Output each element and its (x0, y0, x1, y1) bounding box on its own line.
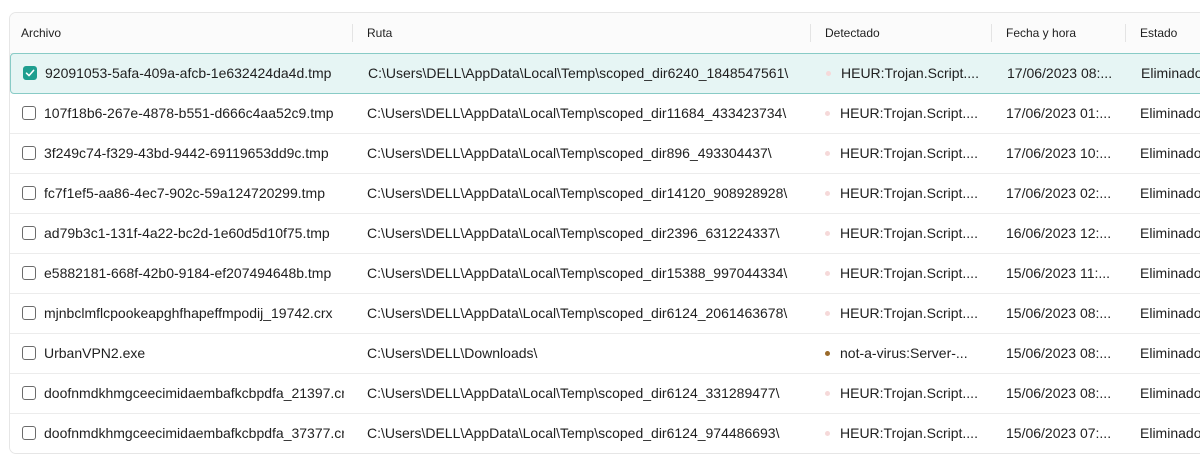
row-checkbox[interactable] (22, 266, 36, 280)
file-path: C:\Users\DELL\AppData\Local\Temp\scoped_… (367, 145, 772, 161)
table-row[interactable]: doofnmdkhmgceecimidaembafkcbpdfa_21397.c… (10, 374, 1200, 414)
column-header-estado[interactable]: Estado (1140, 13, 1177, 53)
table-row[interactable]: 107f18b6-267e-4878-b551-d666c4aa52c9.tmp… (10, 94, 1200, 134)
detection-datetime: 15/06/2023 11:... (1006, 265, 1111, 281)
file-path: C:\Users\DELL\AppData\Local\Temp\scoped_… (367, 305, 788, 321)
file-path: C:\Users\DELL\AppData\Local\Temp\scoped_… (367, 225, 780, 241)
threat-level-dot-icon (825, 151, 830, 156)
file-name: fc7f1ef5-aa86-4ec7-902c-59a124720299.tmp (44, 185, 325, 201)
threat-level-dot-icon (825, 311, 830, 316)
row-checkbox[interactable] (22, 426, 36, 440)
detected-threat: HEUR:Trojan.Script.... (840, 265, 978, 281)
threat-level-dot-icon (825, 191, 830, 196)
file-path: C:\Users\DELL\Downloads\ (367, 345, 538, 361)
detected-threat: HEUR:Trojan.Script.... (840, 145, 978, 161)
table-row[interactable]: doofnmdkhmgceecimidaembafkcbpdfa_37377.c… (10, 414, 1200, 453)
threat-level-dot-icon (825, 391, 830, 396)
row-checkbox[interactable] (22, 106, 36, 120)
detection-datetime: 15/06/2023 08:... (1006, 305, 1112, 321)
table-row[interactable]: 3f249c74-f329-43bd-9442-69119653dd9c.tmp… (10, 134, 1200, 174)
detected-threat: HEUR:Trojan.Script.... (840, 185, 978, 201)
detection-datetime: 15/06/2023 08:... (1006, 345, 1112, 361)
column-header-ruta[interactable]: Ruta (367, 13, 392, 53)
detected-threat: HEUR:Trojan.Script.... (840, 105, 978, 121)
detection-datetime: 16/06/2023 12:... (1006, 225, 1112, 241)
threat-level-dot-icon (825, 431, 830, 436)
column-header-archivo[interactable]: Archivo (21, 13, 61, 53)
file-name: doofnmdkhmgceecimidaembafkcbpdfa_37377.c… (44, 425, 344, 441)
file-name: e5882181-668f-42b0-9184-ef207494648b.tmp (44, 265, 332, 281)
threat-level-dot-icon (825, 111, 830, 116)
column-divider[interactable] (352, 24, 353, 42)
detected-threat: HEUR:Trojan.Script.... (840, 225, 978, 241)
row-checkbox[interactable] (22, 306, 36, 320)
file-name: mjnbclmflcpookeapghfhapeffmpodij_19742.c… (44, 305, 333, 321)
row-checkbox[interactable] (22, 226, 36, 240)
table-row[interactable]: UrbanVPN2.exe C:\Users\DELL\Downloads\ not… (10, 334, 1200, 374)
row-checkbox[interactable] (22, 386, 36, 400)
status-text: Eliminado (1140, 105, 1200, 121)
detection-datetime: 15/06/2023 07:... (1006, 425, 1112, 441)
file-path: C:\Users\DELL\AppData\Local\Temp\scoped_… (367, 385, 780, 401)
file-path: C:\Users\DELL\AppData\Local\Temp\scoped_… (367, 105, 787, 121)
file-path: C:\Users\DELL\AppData\Local\Temp\scoped_… (367, 425, 780, 441)
column-divider[interactable] (810, 24, 811, 42)
column-header-fecha[interactable]: Fecha y hora (1006, 13, 1076, 53)
column-divider[interactable] (1125, 24, 1126, 42)
status-text: Eliminado (1140, 225, 1200, 241)
file-path: C:\Users\DELL\AppData\Local\Temp\scoped_… (367, 185, 788, 201)
row-checkbox[interactable] (23, 66, 37, 80)
column-header-detectado[interactable]: Detectado (825, 13, 880, 53)
threat-level-dot-icon (825, 231, 830, 236)
detection-datetime: 17/06/2023 08:... (1007, 65, 1113, 81)
detection-datetime: 17/06/2023 01:... (1006, 105, 1112, 121)
file-name: 3f249c74-f329-43bd-9442-69119653dd9c.tmp (44, 145, 329, 161)
file-name: doofnmdkhmgceecimidaembafkcbpdfa_21397.c… (44, 385, 344, 401)
status-text: Eliminado (1140, 345, 1200, 361)
column-divider[interactable] (991, 24, 992, 42)
status-text: Eliminado (1140, 385, 1200, 401)
threat-level-dot-icon (825, 351, 830, 356)
file-name: 107f18b6-267e-4878-b551-d666c4aa52c9.tmp (44, 105, 334, 121)
detection-datetime: 17/06/2023 02:... (1006, 185, 1112, 201)
status-text: Eliminado (1141, 65, 1200, 81)
detected-threat: HEUR:Trojan.Script.... (840, 305, 978, 321)
status-text: Eliminado (1140, 265, 1200, 281)
table-row[interactable]: ad79b3c1-131f-4a22-bc2d-1e60d5d10f75.tmp… (10, 214, 1200, 254)
threat-level-dot-icon (826, 71, 831, 76)
status-text: Eliminado (1140, 185, 1200, 201)
table-row[interactable]: fc7f1ef5-aa86-4ec7-902c-59a124720299.tmp… (10, 174, 1200, 214)
threat-level-dot-icon (825, 271, 830, 276)
file-name: 92091053-5afa-409a-afcb-1e632424da4d.tmp (45, 65, 332, 81)
checkmark-icon (25, 69, 35, 77)
status-text: Eliminado (1140, 425, 1200, 441)
detection-datetime: 17/06/2023 10:... (1006, 145, 1112, 161)
table-row[interactable]: 92091053-5afa-409a-afcb-1e632424da4d.tmp… (10, 53, 1200, 94)
file-path: C:\Users\DELL\AppData\Local\Temp\scoped_… (368, 65, 789, 81)
file-name: ad79b3c1-131f-4a22-bc2d-1e60d5d10f75.tmp (44, 225, 330, 241)
table-body: 92091053-5afa-409a-afcb-1e632424da4d.tmp… (10, 53, 1200, 453)
detected-threat: not-a-virus:Server-... (840, 345, 968, 361)
detected-threat: HEUR:Trojan.Script.... (841, 65, 979, 81)
row-checkbox[interactable] (22, 186, 36, 200)
row-checkbox[interactable] (22, 346, 36, 360)
table-row[interactable]: e5882181-668f-42b0-9184-ef207494648b.tmp… (10, 254, 1200, 294)
detected-threat: HEUR:Trojan.Script.... (840, 385, 978, 401)
table-header: Archivo Ruta Detectado Fecha y hora Esta… (10, 13, 1200, 54)
quarantine-table: Archivo Ruta Detectado Fecha y hora Esta… (9, 12, 1200, 454)
file-path: C:\Users\DELL\AppData\Local\Temp\scoped_… (367, 265, 788, 281)
detection-datetime: 15/06/2023 08:... (1006, 385, 1112, 401)
status-text: Eliminado (1140, 305, 1200, 321)
table-row[interactable]: mjnbclmflcpookeapghfhapeffmpodij_19742.c… (10, 294, 1200, 334)
status-text: Eliminado (1140, 145, 1200, 161)
row-checkbox[interactable] (22, 146, 36, 160)
detected-threat: HEUR:Trojan.Script.... (840, 425, 978, 441)
file-name: UrbanVPN2.exe (44, 345, 146, 361)
